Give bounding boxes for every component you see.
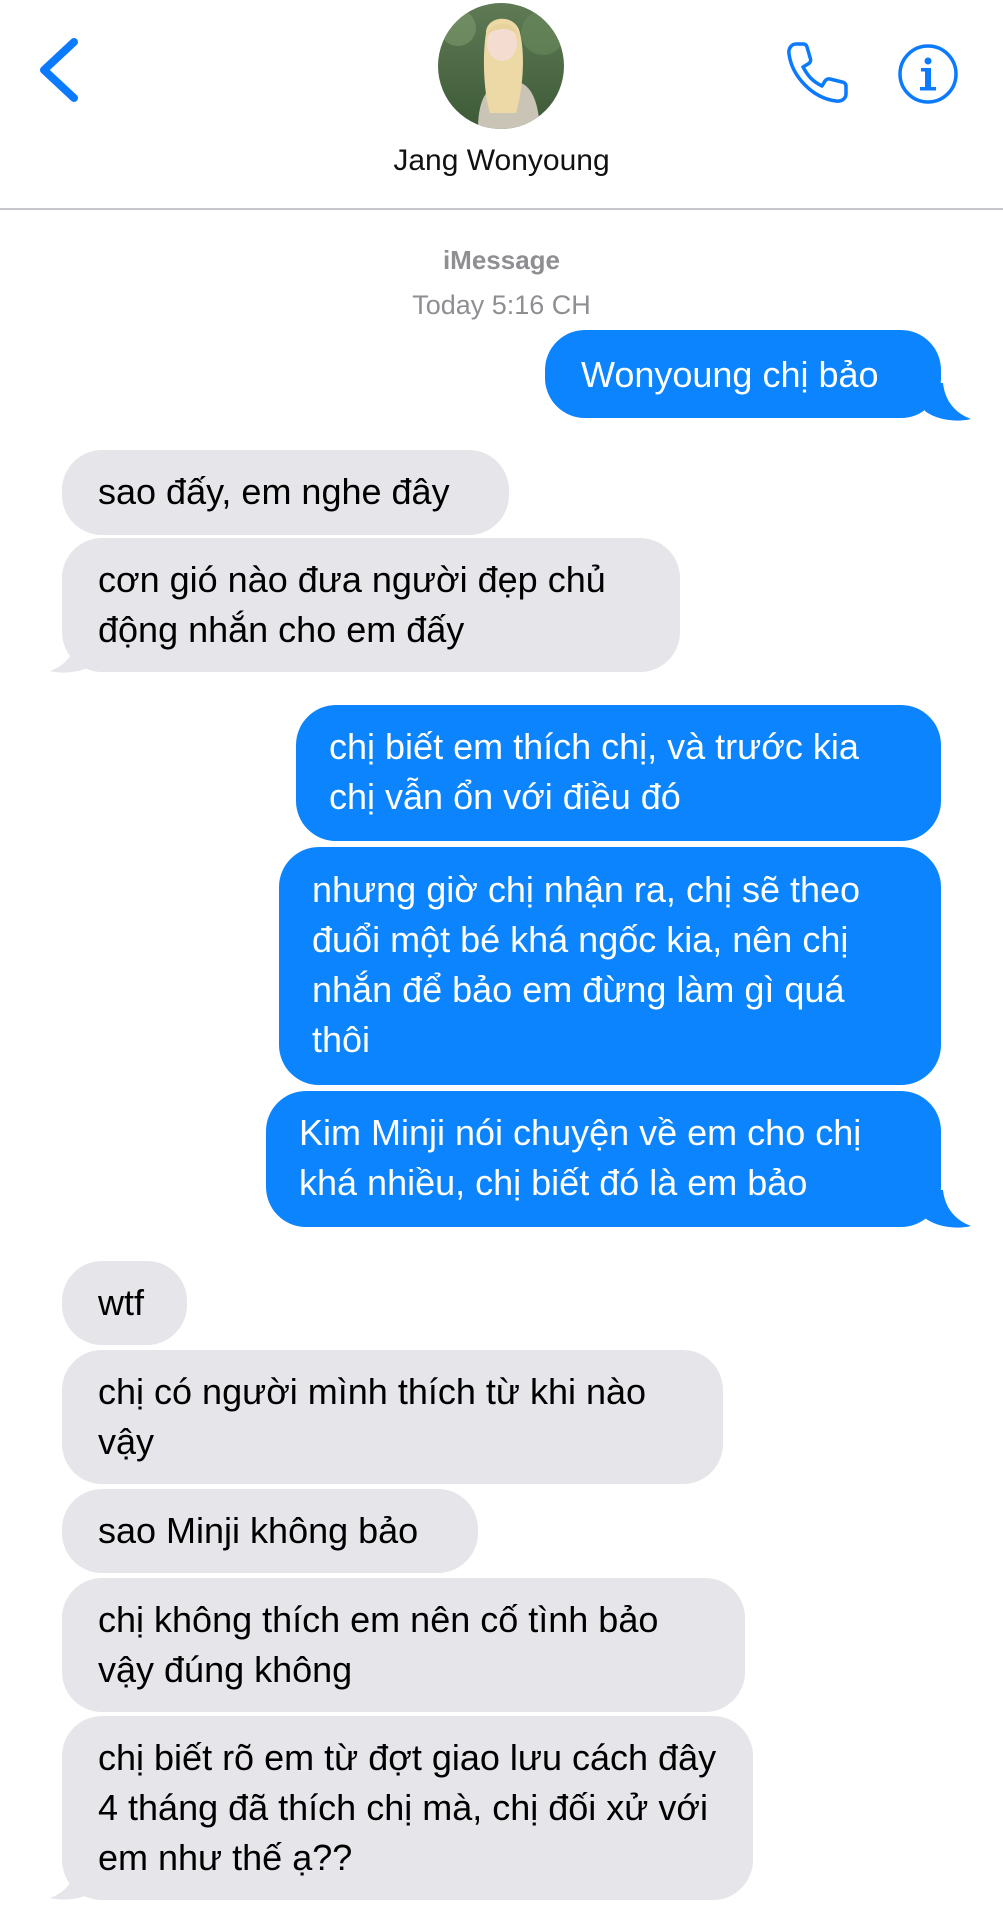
call-button[interactable] <box>782 38 852 108</box>
message-bubble-received[interactable]: chị không thích em nên cố tình bảo vậy đ… <box>62 1578 745 1712</box>
bubble-tail <box>46 1862 96 1902</box>
message-text: cơn gió nào đưa người đẹp chủ động nhắn … <box>98 559 606 650</box>
message-bubble-received[interactable]: sao Minji không bảo <box>62 1489 478 1573</box>
message-bubble-received[interactable]: wtf <box>62 1261 187 1345</box>
conversation-header: Jang Wonyoung <box>0 0 1003 210</box>
message-text: sao đấy, em nghe đây <box>98 471 450 512</box>
message-bubble-sent[interactable]: chị biết em thích chị, và trước kia chị … <box>296 705 941 841</box>
info-button[interactable] <box>896 42 960 106</box>
message-text: chị có người mình thích từ khi nào vậy <box>98 1371 647 1462</box>
message-bubble-received[interactable]: sao đấy, em nghe đây <box>62 450 509 535</box>
message-text: Wonyoung chị bảo <box>581 354 879 395</box>
bubble-tail <box>925 1190 975 1230</box>
contact-name[interactable]: Jang Wonyoung <box>0 144 1003 178</box>
message-text: chị biết rõ em từ đợt giao lưu cách đây … <box>98 1737 717 1878</box>
message-text: nhưng giờ chị nhận ra, chị sẽ theo đuổi … <box>312 869 861 1060</box>
message-text: chị biết em thích chị, và trước kia chị … <box>329 726 859 817</box>
message-bubble-received[interactable]: cơn gió nào đưa người đẹp chủ động nhắn … <box>62 538 680 672</box>
service-label: iMessage <box>442 245 561 275</box>
message-bubble-sent[interactable]: nhưng giờ chị nhận ra, chị sẽ theo đuổi … <box>279 847 941 1085</box>
message-text: sao Minji không bảo <box>98 1510 419 1551</box>
thread-timestamp: Today 5:16 CH <box>412 290 591 320</box>
message-bubble-received[interactable]: chị biết rõ em từ đợt giao lưu cách đây … <box>62 1716 753 1900</box>
phone-icon <box>787 42 848 103</box>
bubble-tail <box>46 635 96 675</box>
info-icon <box>898 44 958 104</box>
message-bubble-received[interactable]: chị có người mình thích từ khi nào vậy <box>62 1350 723 1484</box>
chevron-left-icon <box>40 38 78 102</box>
message-text: Kim Minji nói chuyện về em cho chị khá n… <box>299 1112 862 1203</box>
contact-avatar[interactable] <box>438 3 564 129</box>
back-button[interactable] <box>36 36 86 104</box>
message-bubble-sent[interactable]: Kim Minji nói chuyện về em cho chị khá n… <box>266 1091 941 1227</box>
bubble-tail <box>925 383 975 423</box>
message-text: wtf <box>98 1282 145 1323</box>
message-text: chị không thích em nên cố tình bảo vậy đ… <box>98 1599 659 1690</box>
message-bubble-sent[interactable]: Wonyoung chị bảo <box>545 330 941 418</box>
